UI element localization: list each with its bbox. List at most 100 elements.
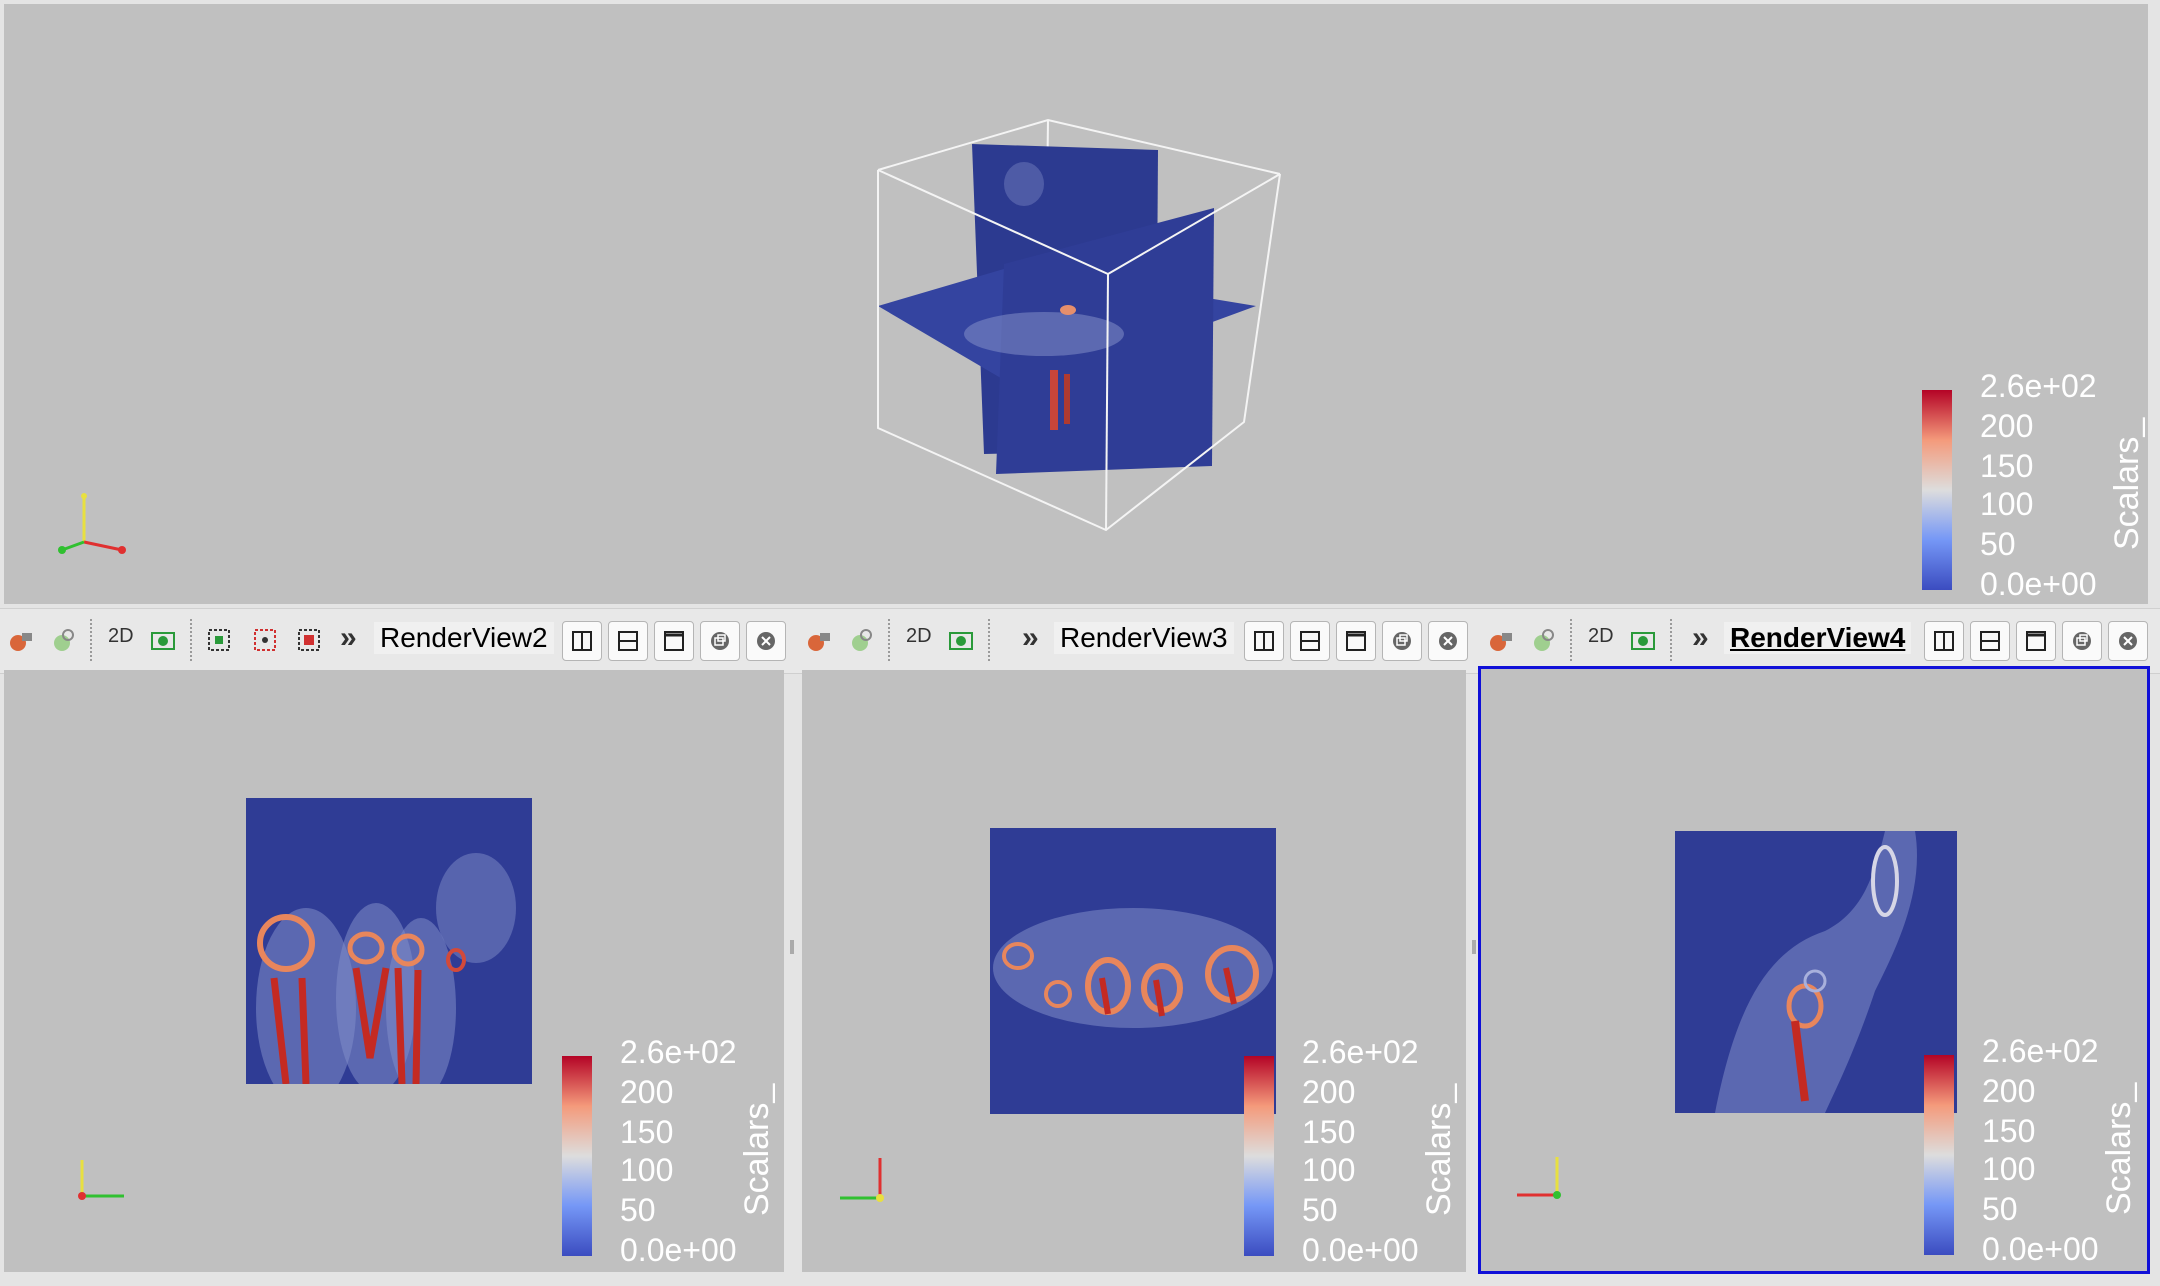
colorbar-label-150: 150 xyxy=(1302,1114,1356,1150)
split-vertical-icon xyxy=(618,631,638,651)
toolbar-renderview3: 2D » RenderView3 xyxy=(798,608,1480,674)
render-view-main[interactable]: 2.6e+02 200 150 100 50 0.0e+00 Scalars_ xyxy=(4,4,2148,604)
restore-button[interactable] xyxy=(1382,621,1422,661)
render-view-4[interactable]: 2.6e+02 200 150 100 50 0.0e+00 Scalars_ xyxy=(1478,666,2150,1274)
2d-toggle-button[interactable]: 2D xyxy=(906,625,932,648)
reset-camera-icon[interactable] xyxy=(1484,623,1518,657)
color-legend: 2.6e+02 200 150 100 50 0.0e+00 Scalars_ xyxy=(1922,1033,2142,1267)
colorbar-label-200: 200 xyxy=(620,1074,674,1110)
select-points-icon[interactable] xyxy=(248,623,282,657)
volume-slices-3d xyxy=(877,118,1281,532)
close-icon xyxy=(2119,632,2137,650)
colorbar-label-100: 100 xyxy=(1982,1151,2036,1187)
toolbar-separator xyxy=(190,619,192,661)
maximize-icon xyxy=(2026,631,2046,651)
camera-capture-icon[interactable] xyxy=(146,623,180,657)
split-vertical-button[interactable] xyxy=(1290,621,1330,661)
colorbar-label-max: 2.6e+02 xyxy=(620,1034,737,1070)
splitter-handle[interactable] xyxy=(790,940,794,954)
colorbar-label-200: 200 xyxy=(1980,408,2034,444)
restore-icon xyxy=(2073,632,2091,650)
select-block-icon[interactable] xyxy=(292,623,326,657)
colorbar-label-50: 50 xyxy=(620,1192,656,1228)
2d-toggle-button[interactable]: 2D xyxy=(108,625,134,648)
colorbar-title: Scalars_ xyxy=(2100,1082,2138,1215)
split-vertical-icon xyxy=(1980,631,2000,651)
close-icon xyxy=(1439,632,1457,650)
split-horizontal-button[interactable] xyxy=(562,621,602,661)
close-view-button[interactable] xyxy=(2108,621,2148,661)
toolbar-separator xyxy=(90,619,92,661)
colorbar-title: Scalars_ xyxy=(2108,417,2146,550)
colorbar-label-200: 200 xyxy=(1982,1073,2036,1109)
splitter-handle[interactable] xyxy=(1472,940,1476,954)
reset-camera-icon[interactable] xyxy=(802,623,836,657)
maximize-button[interactable] xyxy=(654,621,694,661)
colorbar-label-min: 0.0e+00 xyxy=(1302,1232,1419,1268)
split-horizontal-button[interactable] xyxy=(1924,621,1964,661)
colorbar-label-100: 100 xyxy=(620,1152,674,1188)
orientation-axes xyxy=(78,1160,124,1200)
split-vertical-icon xyxy=(1300,631,1320,651)
view-title-renderview3[interactable]: RenderView3 xyxy=(1054,622,1234,654)
orientation-axes xyxy=(1517,1157,1561,1199)
colorbar-label-min: 0.0e+00 xyxy=(1980,566,2097,602)
slice-image-xy xyxy=(246,798,532,1084)
colorbar-label-200: 200 xyxy=(1302,1074,1356,1110)
color-legend: 2.6e+02 200 150 100 50 0.0e+00 Scalars_ xyxy=(1242,1034,1462,1268)
colorbar-label-min: 0.0e+00 xyxy=(1982,1231,2099,1267)
maximize-button[interactable] xyxy=(2016,621,2056,661)
zoom-to-data-icon[interactable] xyxy=(46,623,80,657)
more-chevron-icon[interactable]: » xyxy=(1692,621,1709,655)
reset-camera-icon[interactable] xyxy=(4,623,38,657)
more-chevron-icon[interactable]: » xyxy=(1022,621,1039,655)
render-view-3[interactable]: 2.6e+02 200 150 100 50 0.0e+00 Scalars_ xyxy=(802,670,1466,1272)
maximize-icon xyxy=(1346,631,1366,651)
colorbar-label-150: 150 xyxy=(1982,1113,2036,1149)
color-legend: 2.6e+02 200 150 100 50 0.0e+00 Scalars_ xyxy=(1920,368,2148,602)
camera-capture-icon[interactable] xyxy=(944,623,978,657)
colorbar-label-100: 100 xyxy=(1980,486,2034,522)
colorbar-label-max: 2.6e+02 xyxy=(1980,368,2097,404)
restore-icon xyxy=(711,632,729,650)
restore-icon xyxy=(1393,632,1411,650)
toolbar-separator xyxy=(1670,619,1672,661)
orientation-axes xyxy=(840,1158,884,1202)
slice-image-xz xyxy=(990,828,1276,1114)
split-vertical-button[interactable] xyxy=(608,621,648,661)
color-legend: 2.6e+02 200 150 100 50 0.0e+00 Scalars_ xyxy=(560,1034,780,1268)
close-view-button[interactable] xyxy=(1428,621,1468,661)
camera-capture-icon[interactable] xyxy=(1626,623,1660,657)
render-view-2[interactable]: 2.6e+02 200 150 100 50 0.0e+00 Scalars_ xyxy=(4,670,784,1272)
colorbar-label-max: 2.6e+02 xyxy=(1982,1033,2099,1069)
view-title-renderview4[interactable]: RenderView4 xyxy=(1724,622,1912,654)
colorbar-title: Scalars_ xyxy=(738,1083,776,1216)
split-horizontal-icon xyxy=(572,631,592,651)
restore-button[interactable] xyxy=(700,621,740,661)
colorbar-label-100: 100 xyxy=(1302,1152,1356,1188)
split-horizontal-button[interactable] xyxy=(1244,621,1284,661)
toolbar-renderview4: 2D » RenderView4 xyxy=(1480,608,2160,674)
colorbar-label-150: 150 xyxy=(620,1114,674,1150)
maximize-icon xyxy=(664,631,684,651)
colorbar-label-min: 0.0e+00 xyxy=(620,1232,737,1268)
zoom-to-data-icon[interactable] xyxy=(1526,623,1560,657)
colorbar-label-50: 50 xyxy=(1982,1191,2018,1227)
close-view-button[interactable] xyxy=(746,621,786,661)
zoom-to-data-icon[interactable] xyxy=(844,623,878,657)
more-chevron-icon[interactable]: » xyxy=(340,621,357,655)
restore-button[interactable] xyxy=(2062,621,2102,661)
view-title-renderview2[interactable]: RenderView2 xyxy=(374,622,554,654)
maximize-button[interactable] xyxy=(1336,621,1376,661)
colorbar-label-150: 150 xyxy=(1980,448,2034,484)
split-vertical-button[interactable] xyxy=(1970,621,2010,661)
colorbar-label-max: 2.6e+02 xyxy=(1302,1034,1419,1070)
close-icon xyxy=(757,632,775,650)
2d-toggle-button[interactable]: 2D xyxy=(1588,625,1614,648)
toolbar-separator xyxy=(888,619,890,661)
toolbar-renderview2: 2D » RenderView2 xyxy=(0,608,798,674)
colorbar-label-50: 50 xyxy=(1302,1192,1338,1228)
toolbar-separator xyxy=(1570,619,1572,661)
select-cells-icon[interactable] xyxy=(202,623,236,657)
slice-image-yz xyxy=(1675,831,1957,1113)
